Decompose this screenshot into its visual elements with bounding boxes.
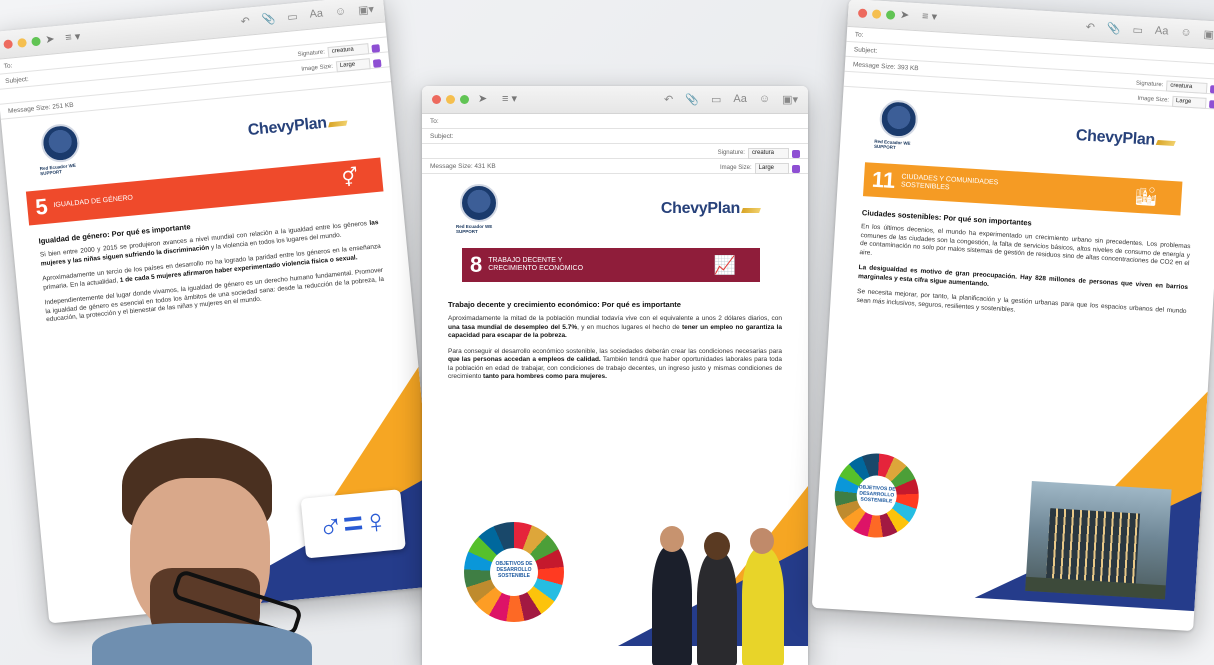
goal-banner: 11 Ciudades y comunidades sostenibles 🏙 <box>862 162 1183 216</box>
gender-card: ♂=♀ <box>300 489 406 559</box>
close-button[interactable] <box>857 8 868 19</box>
goal-banner: 8 Trabajo decente y crecimiento económic… <box>462 248 760 282</box>
attachment-icon[interactable]: 📎 <box>685 93 699 106</box>
zoom-button[interactable] <box>31 36 41 47</box>
send-icon[interactable]: ➤ <box>45 32 55 46</box>
font-button[interactable]: Aa <box>1155 25 1169 39</box>
chevyplan-logo: ChevyPlan <box>247 113 348 140</box>
photo-icon[interactable]: ▣▾ <box>782 93 798 106</box>
list-menu-icon[interactable]: ≡ ▾ <box>502 92 517 105</box>
zoom-button[interactable] <box>460 95 469 104</box>
mail-window-center: ➤ ≡ ▾ ↶ 📎 ▭ Aa ☺ ▣▾ To: Subject: Signatu… <box>422 86 808 665</box>
emoji-icon[interactable]: ☺ <box>1180 26 1192 40</box>
attachment-icon[interactable]: 📎 <box>1107 22 1121 36</box>
goal-number: 5 <box>34 193 49 220</box>
section-heading: Trabajo decente y crecimiento económico:… <box>448 300 681 309</box>
photo-icon[interactable]: ▣▾ <box>1203 28 1214 42</box>
chevyplan-logo: ChevyPlan <box>1075 127 1176 151</box>
photo-icon[interactable]: ▣▾ <box>357 3 375 17</box>
global-compact-caption: Red Ecuador WE SUPPORT <box>39 162 77 177</box>
reply-icon[interactable]: ↶ <box>664 93 673 106</box>
send-icon[interactable]: ➤ <box>478 92 487 105</box>
traffic-lights <box>432 95 469 104</box>
goal-title: Trabajo decente y crecimiento económico <box>488 257 584 272</box>
list-menu-icon[interactable]: ≡ ▾ <box>65 30 81 44</box>
close-button[interactable] <box>432 95 441 104</box>
growth-chart-icon: 📈 <box>713 254 736 275</box>
attachment-icon[interactable]: 📎 <box>261 12 276 26</box>
traffic-lights <box>857 8 896 20</box>
goal-number: 11 <box>871 166 897 194</box>
sdg-wheel: OBJETIVOS DE DESARROLLO SOSTENIBLE <box>832 451 922 541</box>
email-body: Red Ecuador WE SUPPORT ChevyPlan 8 Traba… <box>422 174 808 382</box>
global-compact-caption: Red Ecuador WE SUPPORT <box>456 224 493 234</box>
man-photo <box>92 438 312 665</box>
paragraph-2: Para conseguir el desarrollo económico s… <box>448 347 782 381</box>
goal-number: 8 <box>470 252 483 277</box>
city-building-photo <box>1025 480 1172 600</box>
chevyplan-logo: ChevyPlan <box>661 200 761 218</box>
global-compact-logo <box>39 122 82 164</box>
font-button[interactable]: Aa <box>733 93 746 106</box>
reply-icon[interactable]: ↶ <box>1085 20 1095 34</box>
signature-row: Signature: creatura <box>422 144 808 159</box>
sdg-wheel-label: OBJETIVOS DE DESARROLLO SOSTENIBLE <box>855 474 899 517</box>
gender-equality-icon: ⚥ <box>340 166 359 188</box>
emoji-icon[interactable]: ☺ <box>334 5 346 19</box>
goal-title: Ciudades y comunidades sostenibles <box>900 173 999 192</box>
zoom-button[interactable] <box>885 10 896 20</box>
paragraph-1: Aproximadamente la mitad de la población… <box>448 315 782 339</box>
minimize-button[interactable] <box>17 37 28 48</box>
goal-title: Igualdad de género <box>53 194 134 210</box>
reply-icon[interactable]: ↶ <box>240 14 250 28</box>
close-button[interactable] <box>3 39 14 50</box>
email-body: Red Ecuador WE SUPPORT ChevyPlan 5 Igual… <box>1 82 411 327</box>
mail-window-right: ➤ ≡ ▾ ↶ 📎 ▭ Aa ☺ ▣▾ To: Subject: Message… <box>811 0 1214 632</box>
emoji-icon[interactable]: ☺ <box>759 93 770 106</box>
professionals-photo <box>642 526 792 665</box>
global-compact-logo <box>878 99 919 140</box>
traffic-lights <box>3 36 41 50</box>
window-icon[interactable]: ▭ <box>1132 23 1143 37</box>
global-compact-caption: Red Ecuador WE SUPPORT <box>873 138 911 151</box>
sdg-wheel: OBJETIVOS DE DESARROLLO SOSTENIBLE <box>464 522 564 622</box>
email-body: Red Ecuador WE SUPPORT ChevyPlan 11 Ciud… <box>830 87 1214 327</box>
send-icon[interactable]: ➤ <box>900 8 910 22</box>
subject-field[interactable]: Subject: <box>422 129 808 144</box>
global-compact-logo <box>460 184 498 222</box>
message-size: Message Size: 393 KB <box>852 61 919 73</box>
window-icon[interactable]: ▭ <box>287 10 299 24</box>
font-button[interactable]: Aa <box>309 7 324 21</box>
message-size: Message Size: 431 KB <box>430 163 496 170</box>
sdg-wheel-label: OBJETIVOS DE DESARROLLO SOSTENIBLE <box>490 548 538 596</box>
window-icon[interactable]: ▭ <box>711 93 721 106</box>
minimize-button[interactable] <box>446 95 455 104</box>
window-toolbar: ➤ ≡ ▾ ↶ 📎 ▭ Aa ☺ ▣▾ <box>422 86 808 114</box>
list-menu-icon[interactable]: ≡ ▾ <box>922 9 938 23</box>
city-buildings-icon: 🏙 <box>1134 185 1159 207</box>
message-size-row: Message Size: 431 KB Image Size: Large <box>422 159 808 174</box>
minimize-button[interactable] <box>871 9 882 19</box>
to-field[interactable]: To: <box>422 114 808 129</box>
